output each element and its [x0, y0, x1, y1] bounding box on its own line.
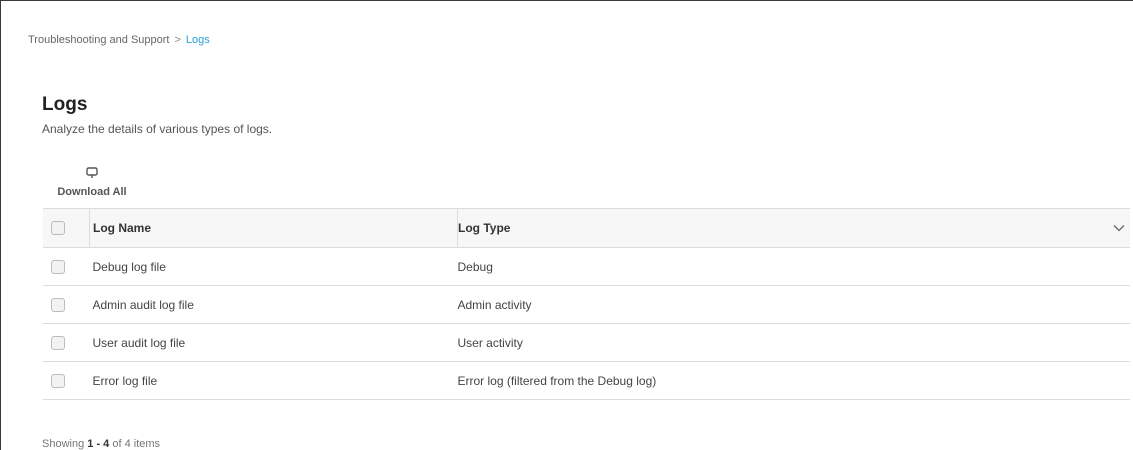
row-check-cell: [43, 323, 90, 362]
log-type-cell: User activity: [457, 323, 1108, 362]
table-header-row: Log Name Log Type: [43, 208, 1130, 248]
pagination-prefix: Showing: [42, 438, 85, 450]
log-type-cell: Debug: [457, 247, 1108, 286]
log-type-cell: Admin activity: [457, 285, 1108, 324]
logs-table: Log Name Log Type Debug log file Debug A…: [43, 208, 1130, 400]
table-row[interactable]: Debug log file Debug: [43, 247, 1130, 286]
row-check-cell: [43, 247, 90, 286]
column-menu-cell[interactable]: [1108, 208, 1130, 248]
table-row[interactable]: Admin audit log file Admin activity: [43, 285, 1130, 324]
log-name-cell: Error log file: [89, 361, 458, 400]
download-all-label: Download All: [57, 186, 127, 198]
breadcrumb-current[interactable]: Logs: [186, 34, 210, 46]
select-all-checkbox[interactable]: [51, 221, 65, 235]
row-spacer-cell: [1108, 247, 1130, 286]
log-name-cell: Admin audit log file: [89, 285, 458, 324]
row-spacer-cell: [1108, 285, 1130, 324]
breadcrumb-parent-link[interactable]: Troubleshooting and Support: [28, 34, 169, 46]
download-all-button[interactable]: Download All: [54, 167, 130, 200]
row-checkbox[interactable]: [51, 335, 65, 350]
select-all-cell: [43, 208, 90, 248]
log-name-cell: User audit log file: [89, 323, 458, 362]
log-type-cell: Error log (filtered from the Debug log): [457, 361, 1108, 400]
row-check-cell: [43, 285, 90, 324]
pagination-total: 4: [124, 438, 131, 450]
row-checkbox[interactable]: [51, 373, 65, 388]
row-spacer-cell: [1108, 361, 1130, 400]
chevron-down-icon: [1113, 225, 1125, 232]
pagination-range: 1 - 4: [87, 438, 110, 450]
breadcrumb-separator: >: [174, 34, 181, 46]
pagination-summary: Showing 1 - 4 of 4 items: [42, 438, 160, 450]
table-row[interactable]: User audit log file User activity: [43, 323, 1130, 362]
row-checkbox[interactable]: [51, 297, 65, 312]
download-icon: [86, 167, 98, 178]
log-name-cell: Debug log file: [89, 247, 458, 286]
pagination-of: of: [112, 438, 122, 450]
page-title: Logs: [42, 94, 88, 115]
page-subtitle: Analyze the details of various types of …: [42, 122, 273, 136]
pagination-suffix: items: [133, 438, 161, 450]
row-check-cell: [43, 361, 90, 400]
row-spacer-cell: [1108, 323, 1130, 362]
breadcrumb: Troubleshooting and Support > Logs: [28, 34, 210, 46]
column-header-log-type[interactable]: Log Type: [457, 208, 1108, 248]
row-checkbox[interactable]: [51, 259, 65, 274]
table-row[interactable]: Error log file Error log (filtered from …: [43, 361, 1130, 400]
column-header-log-name[interactable]: Log Name: [89, 208, 458, 248]
